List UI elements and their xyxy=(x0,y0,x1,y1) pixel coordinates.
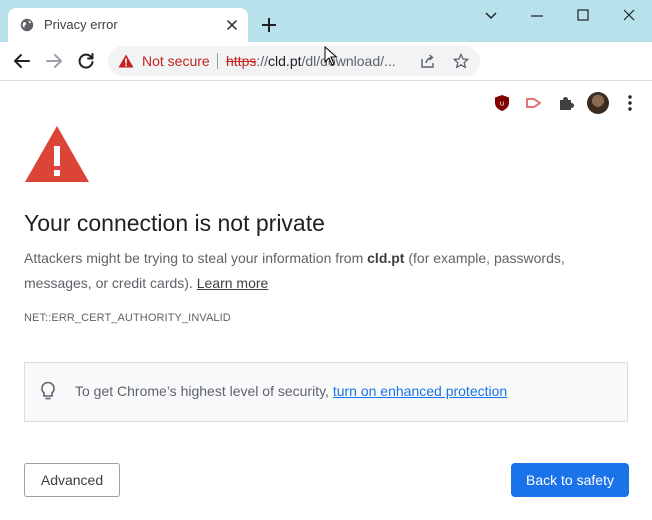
lightbulb-icon xyxy=(41,381,55,400)
warning-triangle-icon[interactable] xyxy=(118,54,134,68)
separator xyxy=(217,53,218,69)
tab-privacy-error[interactable]: Privacy error xyxy=(8,8,248,42)
arrow-extension-icon[interactable] xyxy=(525,94,543,112)
share-icon[interactable] xyxy=(420,53,436,69)
minimize-icon[interactable] xyxy=(526,6,548,26)
close-icon[interactable] xyxy=(224,17,240,33)
enhanced-protection-promo: To get Chrome’s highest level of securit… xyxy=(24,362,628,422)
forward-arrow-icon[interactable] xyxy=(44,51,64,71)
title-bar: Privacy error xyxy=(0,0,652,42)
tab-title: Privacy error xyxy=(44,17,118,32)
globe-icon xyxy=(20,18,34,32)
advanced-button[interactable]: Advanced xyxy=(24,463,120,497)
url-separator: :// xyxy=(256,53,269,69)
desc-prefix: Attackers might be trying to steal your … xyxy=(24,250,368,266)
star-icon[interactable] xyxy=(453,53,469,69)
url-host: cld.pt xyxy=(268,53,302,69)
close-window-icon[interactable] xyxy=(618,6,640,26)
url-path: /dl/download/... xyxy=(301,53,396,69)
plus-icon[interactable] xyxy=(260,16,278,34)
avatar[interactable] xyxy=(587,92,609,114)
learn-more-link[interactable]: Learn more xyxy=(197,275,269,291)
kebab-menu-icon[interactable] xyxy=(620,94,640,112)
mouse-cursor-icon xyxy=(324,46,338,66)
address-bar[interactable]: Not secure https://cld.pt/dl/download/..… xyxy=(108,46,480,76)
chevron-down-icon[interactable] xyxy=(480,6,502,26)
not-secure-label[interactable]: Not secure xyxy=(142,53,210,69)
enhanced-protection-link[interactable]: turn on enhanced protection xyxy=(333,383,507,399)
promo-text: To get Chrome’s highest level of securit… xyxy=(75,383,507,399)
error-description: Attackers might be trying to steal your … xyxy=(24,246,628,296)
warning-triangle-icon xyxy=(25,126,89,182)
back-arrow-icon[interactable] xyxy=(12,51,32,71)
error-code[interactable]: NET::ERR_CERT_AUTHORITY_INVALID xyxy=(24,312,231,324)
puzzle-icon[interactable] xyxy=(557,94,575,112)
page-title: Your connection is not private xyxy=(24,210,325,236)
svg-text:u: u xyxy=(500,100,504,108)
desc-host: cld.pt xyxy=(367,250,405,266)
shield-extension-icon[interactable]: u xyxy=(493,94,511,112)
url-scheme: https xyxy=(226,53,257,69)
maximize-icon[interactable] xyxy=(572,6,594,26)
promo-prefix: To get Chrome’s highest level of securit… xyxy=(75,383,333,399)
back-to-safety-button[interactable]: Back to safety xyxy=(511,463,629,497)
url-text[interactable]: https://cld.pt/dl/download/... xyxy=(226,53,396,69)
reload-icon[interactable] xyxy=(76,51,96,71)
